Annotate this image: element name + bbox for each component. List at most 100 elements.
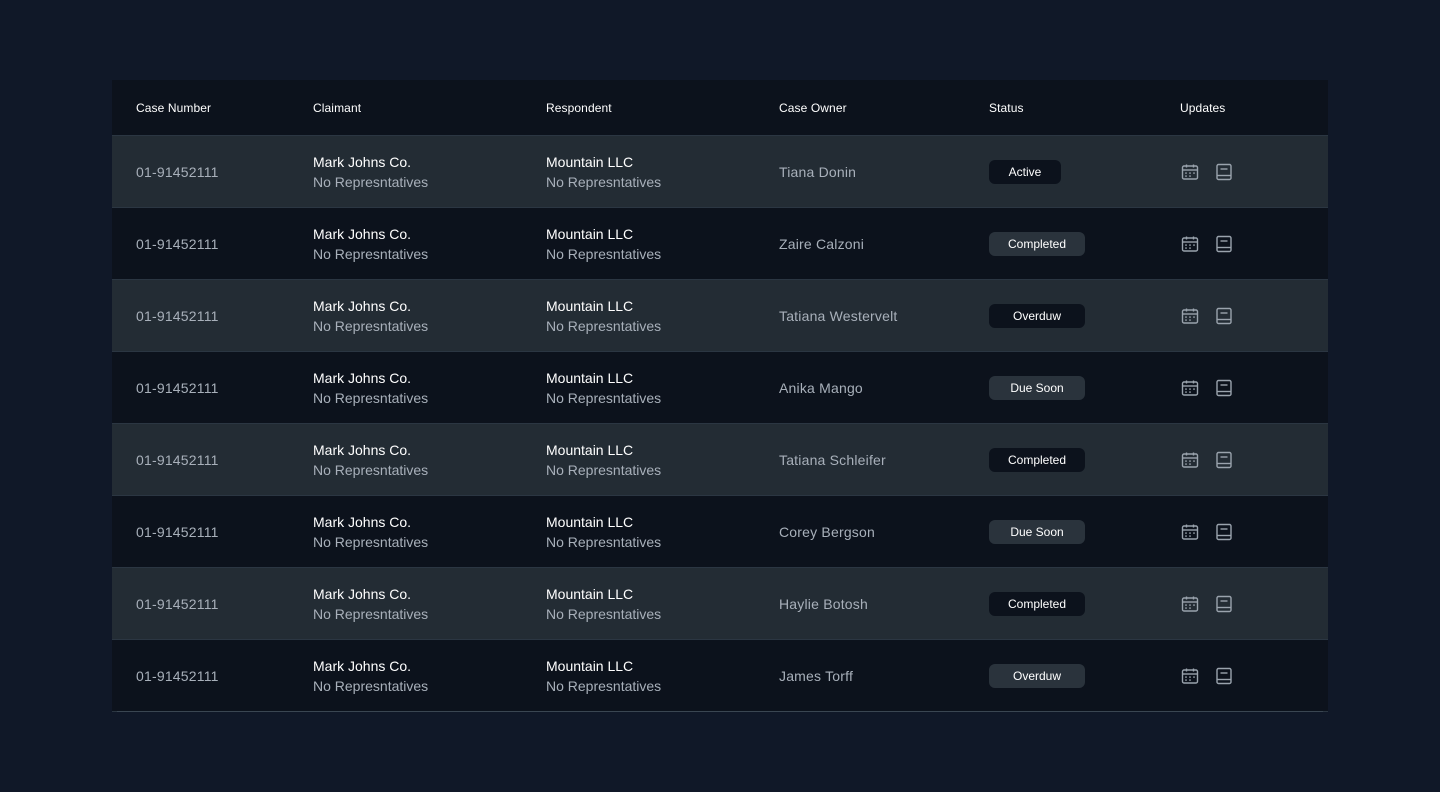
respondent-name[interactable]: Mountain LLC [546, 512, 633, 532]
case-number[interactable]: 01-91452111 [136, 524, 219, 540]
case-owner: Corey Bergson [779, 523, 875, 540]
table-row[interactable]: 01-91452111 Mark Johns Co. No Represntat… [112, 136, 1328, 208]
table-row[interactable]: 01-91452111 Mark Johns Co. No Represntat… [112, 352, 1328, 424]
respondent-cell: Mountain LLC No Represntatives [546, 152, 779, 192]
respondent-cell: Mountain LLC No Represntatives [546, 584, 779, 624]
case-number-cell: 01-91452111 [112, 308, 313, 324]
status-cell: Due Soon [989, 375, 1180, 400]
notes-icon[interactable] [1214, 378, 1234, 398]
respondent-representatives: No Represntatives [546, 173, 662, 190]
updates-cell [1180, 522, 1328, 542]
header-case-number[interactable]: Case Number [112, 101, 313, 115]
respondent-name[interactable]: Mountain LLC [546, 656, 633, 676]
updates-cell [1180, 162, 1328, 182]
claimant-name[interactable]: Mark Johns Co. [313, 440, 411, 460]
case-owner-cell: Zaire Calzoni [779, 236, 989, 252]
header-case-owner[interactable]: Case Owner [779, 101, 989, 115]
respondent-representatives: No Represntatives [546, 461, 662, 478]
case-owner: Zaire Calzoni [779, 235, 865, 252]
claimant-representatives: No Represntatives [313, 461, 429, 478]
calendar-icon[interactable] [1180, 666, 1200, 686]
table-row[interactable]: 01-91452111 Mark Johns Co. No Represntat… [112, 640, 1328, 712]
calendar-icon[interactable] [1180, 522, 1200, 542]
table-row[interactable]: 01-91452111 Mark Johns Co. No Represntat… [112, 424, 1328, 496]
respondent-representatives: No Represntatives [546, 245, 662, 262]
respondent-cell: Mountain LLC No Represntatives [546, 512, 779, 552]
updates-cell [1180, 234, 1328, 254]
case-number-cell: 01-91452111 [112, 668, 313, 684]
claimant-cell: Mark Johns Co. No Represntatives [313, 224, 546, 264]
notes-icon[interactable] [1214, 162, 1234, 182]
calendar-icon[interactable] [1180, 378, 1200, 398]
case-number[interactable]: 01-91452111 [136, 236, 219, 252]
case-number-cell: 01-91452111 [112, 596, 313, 612]
case-owner: Tiana Donin [779, 163, 857, 180]
status-badge: Completed [989, 231, 1085, 256]
claimant-cell: Mark Johns Co. No Represntatives [313, 512, 546, 552]
case-number[interactable]: 01-91452111 [136, 668, 219, 684]
respondent-representatives: No Represntatives [546, 605, 662, 622]
updates-cell [1180, 450, 1328, 470]
notes-icon[interactable] [1214, 306, 1234, 326]
case-number[interactable]: 01-91452111 [136, 164, 219, 180]
claimant-representatives: No Represntatives [313, 245, 429, 262]
table-body: 01-91452111 Mark Johns Co. No Represntat… [112, 136, 1328, 712]
respondent-representatives: No Represntatives [546, 389, 662, 406]
header-updates[interactable]: Updates [1180, 101, 1328, 115]
claimant-cell: Mark Johns Co. No Represntatives [313, 296, 546, 336]
calendar-icon[interactable] [1180, 594, 1200, 614]
respondent-name[interactable]: Mountain LLC [546, 152, 633, 172]
notes-icon[interactable] [1214, 234, 1234, 254]
respondent-name[interactable]: Mountain LLC [546, 296, 633, 316]
claimant-name[interactable]: Mark Johns Co. [313, 512, 411, 532]
claimant-cell: Mark Johns Co. No Represntatives [313, 584, 546, 624]
notes-icon[interactable] [1214, 450, 1234, 470]
table-row[interactable]: 01-91452111 Mark Johns Co. No Represntat… [112, 280, 1328, 352]
case-number[interactable]: 01-91452111 [136, 380, 219, 396]
updates-cell [1180, 594, 1328, 614]
notes-icon[interactable] [1214, 594, 1234, 614]
case-number[interactable]: 01-91452111 [136, 452, 219, 468]
case-owner-cell: Corey Bergson [779, 524, 989, 540]
claimant-representatives: No Represntatives [313, 533, 429, 550]
claimant-representatives: No Represntatives [313, 677, 429, 694]
status-cell: Due Soon [989, 519, 1180, 544]
status-cell: Overduw [989, 663, 1180, 688]
table-row[interactable]: 01-91452111 Mark Johns Co. No Represntat… [112, 496, 1328, 568]
respondent-name[interactable]: Mountain LLC [546, 440, 633, 460]
updates-cell [1180, 378, 1328, 398]
case-number-cell: 01-91452111 [112, 380, 313, 396]
notes-icon[interactable] [1214, 666, 1234, 686]
case-owner-cell: Anika Mango [779, 380, 989, 396]
claimant-name[interactable]: Mark Johns Co. [313, 584, 411, 604]
calendar-icon[interactable] [1180, 234, 1200, 254]
header-claimant[interactable]: Claimant [313, 101, 546, 115]
calendar-icon[interactable] [1180, 162, 1200, 182]
claimant-representatives: No Represntatives [313, 389, 429, 406]
notes-icon[interactable] [1214, 522, 1234, 542]
header-status[interactable]: Status [989, 101, 1180, 115]
respondent-name[interactable]: Mountain LLC [546, 368, 633, 388]
respondent-cell: Mountain LLC No Represntatives [546, 224, 779, 264]
respondent-cell: Mountain LLC No Represntatives [546, 440, 779, 480]
case-owner: Anika Mango [779, 379, 863, 396]
case-number[interactable]: 01-91452111 [136, 596, 219, 612]
respondent-name[interactable]: Mountain LLC [546, 224, 633, 244]
claimant-name[interactable]: Mark Johns Co. [313, 656, 411, 676]
case-number[interactable]: 01-91452111 [136, 308, 219, 324]
claimant-name[interactable]: Mark Johns Co. [313, 368, 411, 388]
status-badge: Completed [989, 447, 1085, 472]
claimant-name[interactable]: Mark Johns Co. [313, 224, 411, 244]
respondent-name[interactable]: Mountain LLC [546, 584, 633, 604]
table-row[interactable]: 01-91452111 Mark Johns Co. No Represntat… [112, 208, 1328, 280]
status-cell: Completed [989, 231, 1180, 256]
calendar-icon[interactable] [1180, 306, 1200, 326]
claimant-name[interactable]: Mark Johns Co. [313, 152, 411, 172]
respondent-representatives: No Represntatives [546, 317, 662, 334]
header-respondent[interactable]: Respondent [546, 101, 779, 115]
calendar-icon[interactable] [1180, 450, 1200, 470]
claimant-name[interactable]: Mark Johns Co. [313, 296, 411, 316]
status-badge: Completed [989, 591, 1085, 616]
table-row[interactable]: 01-91452111 Mark Johns Co. No Represntat… [112, 568, 1328, 640]
case-owner-cell: Tatiana Westervelt [779, 308, 989, 324]
